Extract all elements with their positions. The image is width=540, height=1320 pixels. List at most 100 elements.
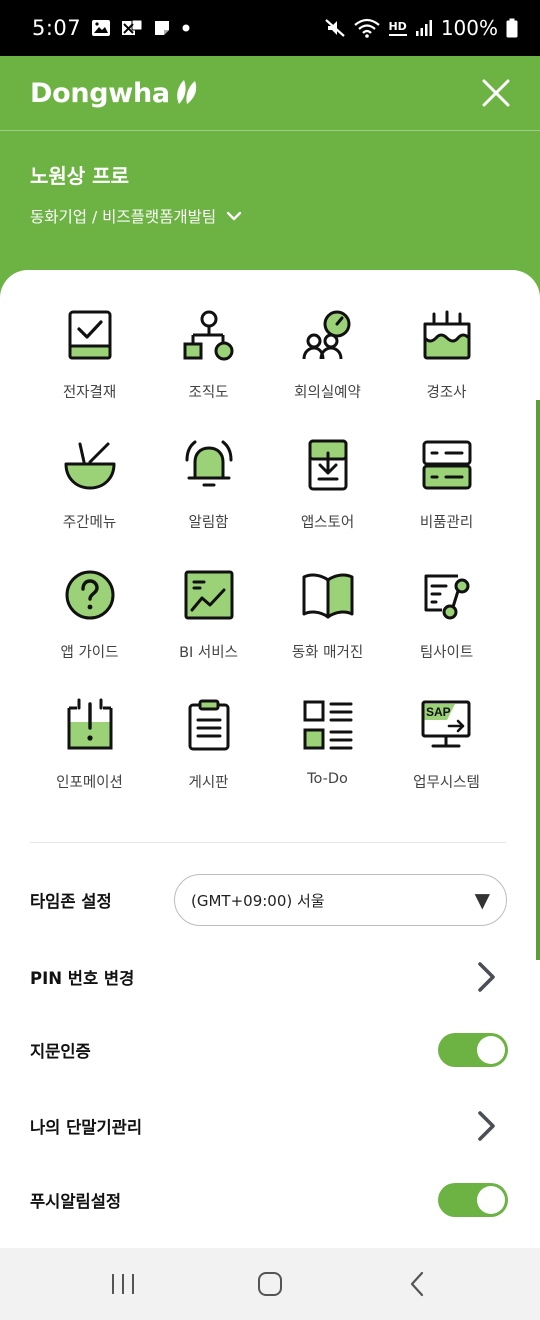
menu-item-app-store[interactable]: 앱스토어 [268,435,387,565]
wifi-icon [354,18,381,38]
pin-label: PIN 번호 변경 [30,969,135,988]
timezone-select[interactable]: (GMT+09:00) 서울 ▼ [174,874,507,926]
download-icon [298,435,358,495]
menu-item-notifications[interactable]: 알림함 [149,435,268,565]
back-icon [410,1271,423,1297]
org-name: 동화기업 / 비즈플랫폼개발팀 [30,208,217,226]
menu-label: 전자결재 [62,385,117,401]
setting-timezone: 타임존 설정 (GMT+09:00) 서울 ▼ [30,870,508,930]
hd-voice-icon: HD [388,19,407,36]
bowl-icon [60,435,120,495]
menu-item-information[interactable]: 인포메이션 [30,695,149,825]
note-icon [153,19,171,37]
menu-item-todo[interactable]: To-Do [268,695,387,825]
profile-name: 노원상 프로 [30,164,129,188]
menu-grid: 전자결재 조직도 회의실예약 경조사 주간메뉴 알림함 앱스토어 비품관리 앱 … [30,305,506,825]
toggle-knob [477,1036,505,1064]
menu-label: 게시판 [188,775,229,791]
info-board-icon [60,695,120,755]
status-time: 5:07 [32,16,82,40]
menu-item-board[interactable]: 게시판 [149,695,268,825]
menu-item-approval[interactable]: 전자결재 [30,305,149,435]
home-button[interactable] [240,1259,300,1309]
app-header: Dongwha [0,56,540,131]
clipboard-icon [179,695,239,755]
logo-text: Dongwha [30,77,170,109]
menu-label: 알림함 [188,515,229,531]
team-site-icon [417,565,477,625]
chevron-right-icon[interactable] [474,960,500,994]
menu-item-supplies[interactable]: 비품관리 [387,435,506,565]
menu-label: To-Do [307,771,348,787]
menu-item-bi-service[interactable]: BI 서비스 [149,565,268,695]
toggle-knob [477,1186,505,1214]
setting-devices[interactable]: 나의 단말기관리 [30,1078,508,1174]
signal-icon [415,19,433,37]
menu-item-app-guide[interactable]: 앱 가이드 [30,565,149,695]
status-bar: 5:07 HD 100% [0,0,540,56]
dongwha-logo: Dongwha [30,75,200,111]
bell-icon [179,435,239,495]
menu-item-events[interactable]: 경조사 [387,305,506,435]
profile-section: 노원상 프로 동화기업 / 비즈플랫폼개발팀 [30,160,242,227]
menu-label: 회의실예약 [294,385,361,401]
battery-icon [506,18,518,38]
devices-label: 나의 단말기관리 [30,1118,143,1137]
gallery-icon [91,19,111,37]
question-icon [60,565,120,625]
fingerprint-toggle[interactable] [438,1033,508,1067]
chevron-right-icon[interactable] [474,1109,500,1143]
back-button[interactable] [387,1259,447,1309]
approval-icon [60,305,120,365]
hd-label: HD [388,19,407,33]
book-icon [298,565,358,625]
recent-apps-button[interactable] [93,1259,153,1309]
timezone-label: 타임존 설정 [30,892,112,911]
menu-label: 앱 가이드 [60,645,119,661]
chart-icon [179,565,239,625]
menu-label: 비품관리 [419,515,474,531]
org-chart-icon [179,305,239,365]
menu-label: 경조사 [426,385,467,401]
chevron-down-icon [227,211,242,221]
menu-label: BI 서비스 [179,645,238,661]
message-icon [121,19,143,37]
close-button[interactable] [478,75,514,111]
setting-pin[interactable]: PIN 번호 변경 [30,932,508,1022]
push-toggle[interactable] [438,1183,508,1217]
notification-dot-icon [181,23,191,33]
menu-label: 동화 매거진 [291,645,364,661]
leaf-icon [174,75,200,111]
settings-list: 타임존 설정 (GMT+09:00) 서울 ▼ PIN 번호 변경 지문인증 나… [30,870,508,1226]
menu-label: 조직도 [188,385,229,401]
menu-item-work-system[interactable]: SAP 업무시스템 [387,695,506,825]
menu-item-weekly-menu[interactable]: 주간메뉴 [30,435,149,565]
org-selector[interactable]: 동화기업 / 비즈플랫폼개발팀 [30,205,242,227]
timezone-value: (GMT+09:00) 서울 [191,891,325,910]
setting-fingerprint: 지문인증 [30,1022,508,1078]
scrollbar[interactable] [536,400,540,960]
menu-label: 인포메이션 [56,775,123,791]
menu-item-org-chart[interactable]: 조직도 [149,305,268,435]
cake-icon [417,305,477,365]
menu-label: 주간메뉴 [62,515,117,531]
mute-icon [324,18,346,38]
menu-label: 앱스토어 [300,515,355,531]
menu-label: 팀사이트 [419,645,474,661]
menu-panel: 전자결재 조직도 회의실예약 경조사 주간메뉴 알림함 앱스토어 비품관리 앱 … [0,270,540,1250]
battery-percent: 100% [440,16,498,40]
menu-item-magazine[interactable]: 동화 매거진 [268,565,387,695]
home-icon [257,1272,282,1296]
setting-push: 푸시알림설정 [30,1174,508,1226]
menu-label: 업무시스템 [413,775,480,791]
menu-item-team-site[interactable]: 팀사이트 [387,565,506,695]
todo-list-icon [298,695,358,755]
recent-apps-icon [112,1274,135,1294]
sap-icon-text: SAP [426,705,451,719]
divider [30,842,506,843]
cabinet-icon [417,435,477,495]
meeting-room-icon [298,305,358,365]
close-icon [482,79,510,107]
menu-item-meeting-room[interactable]: 회의실예약 [268,305,387,435]
fingerprint-label: 지문인증 [30,1042,91,1061]
